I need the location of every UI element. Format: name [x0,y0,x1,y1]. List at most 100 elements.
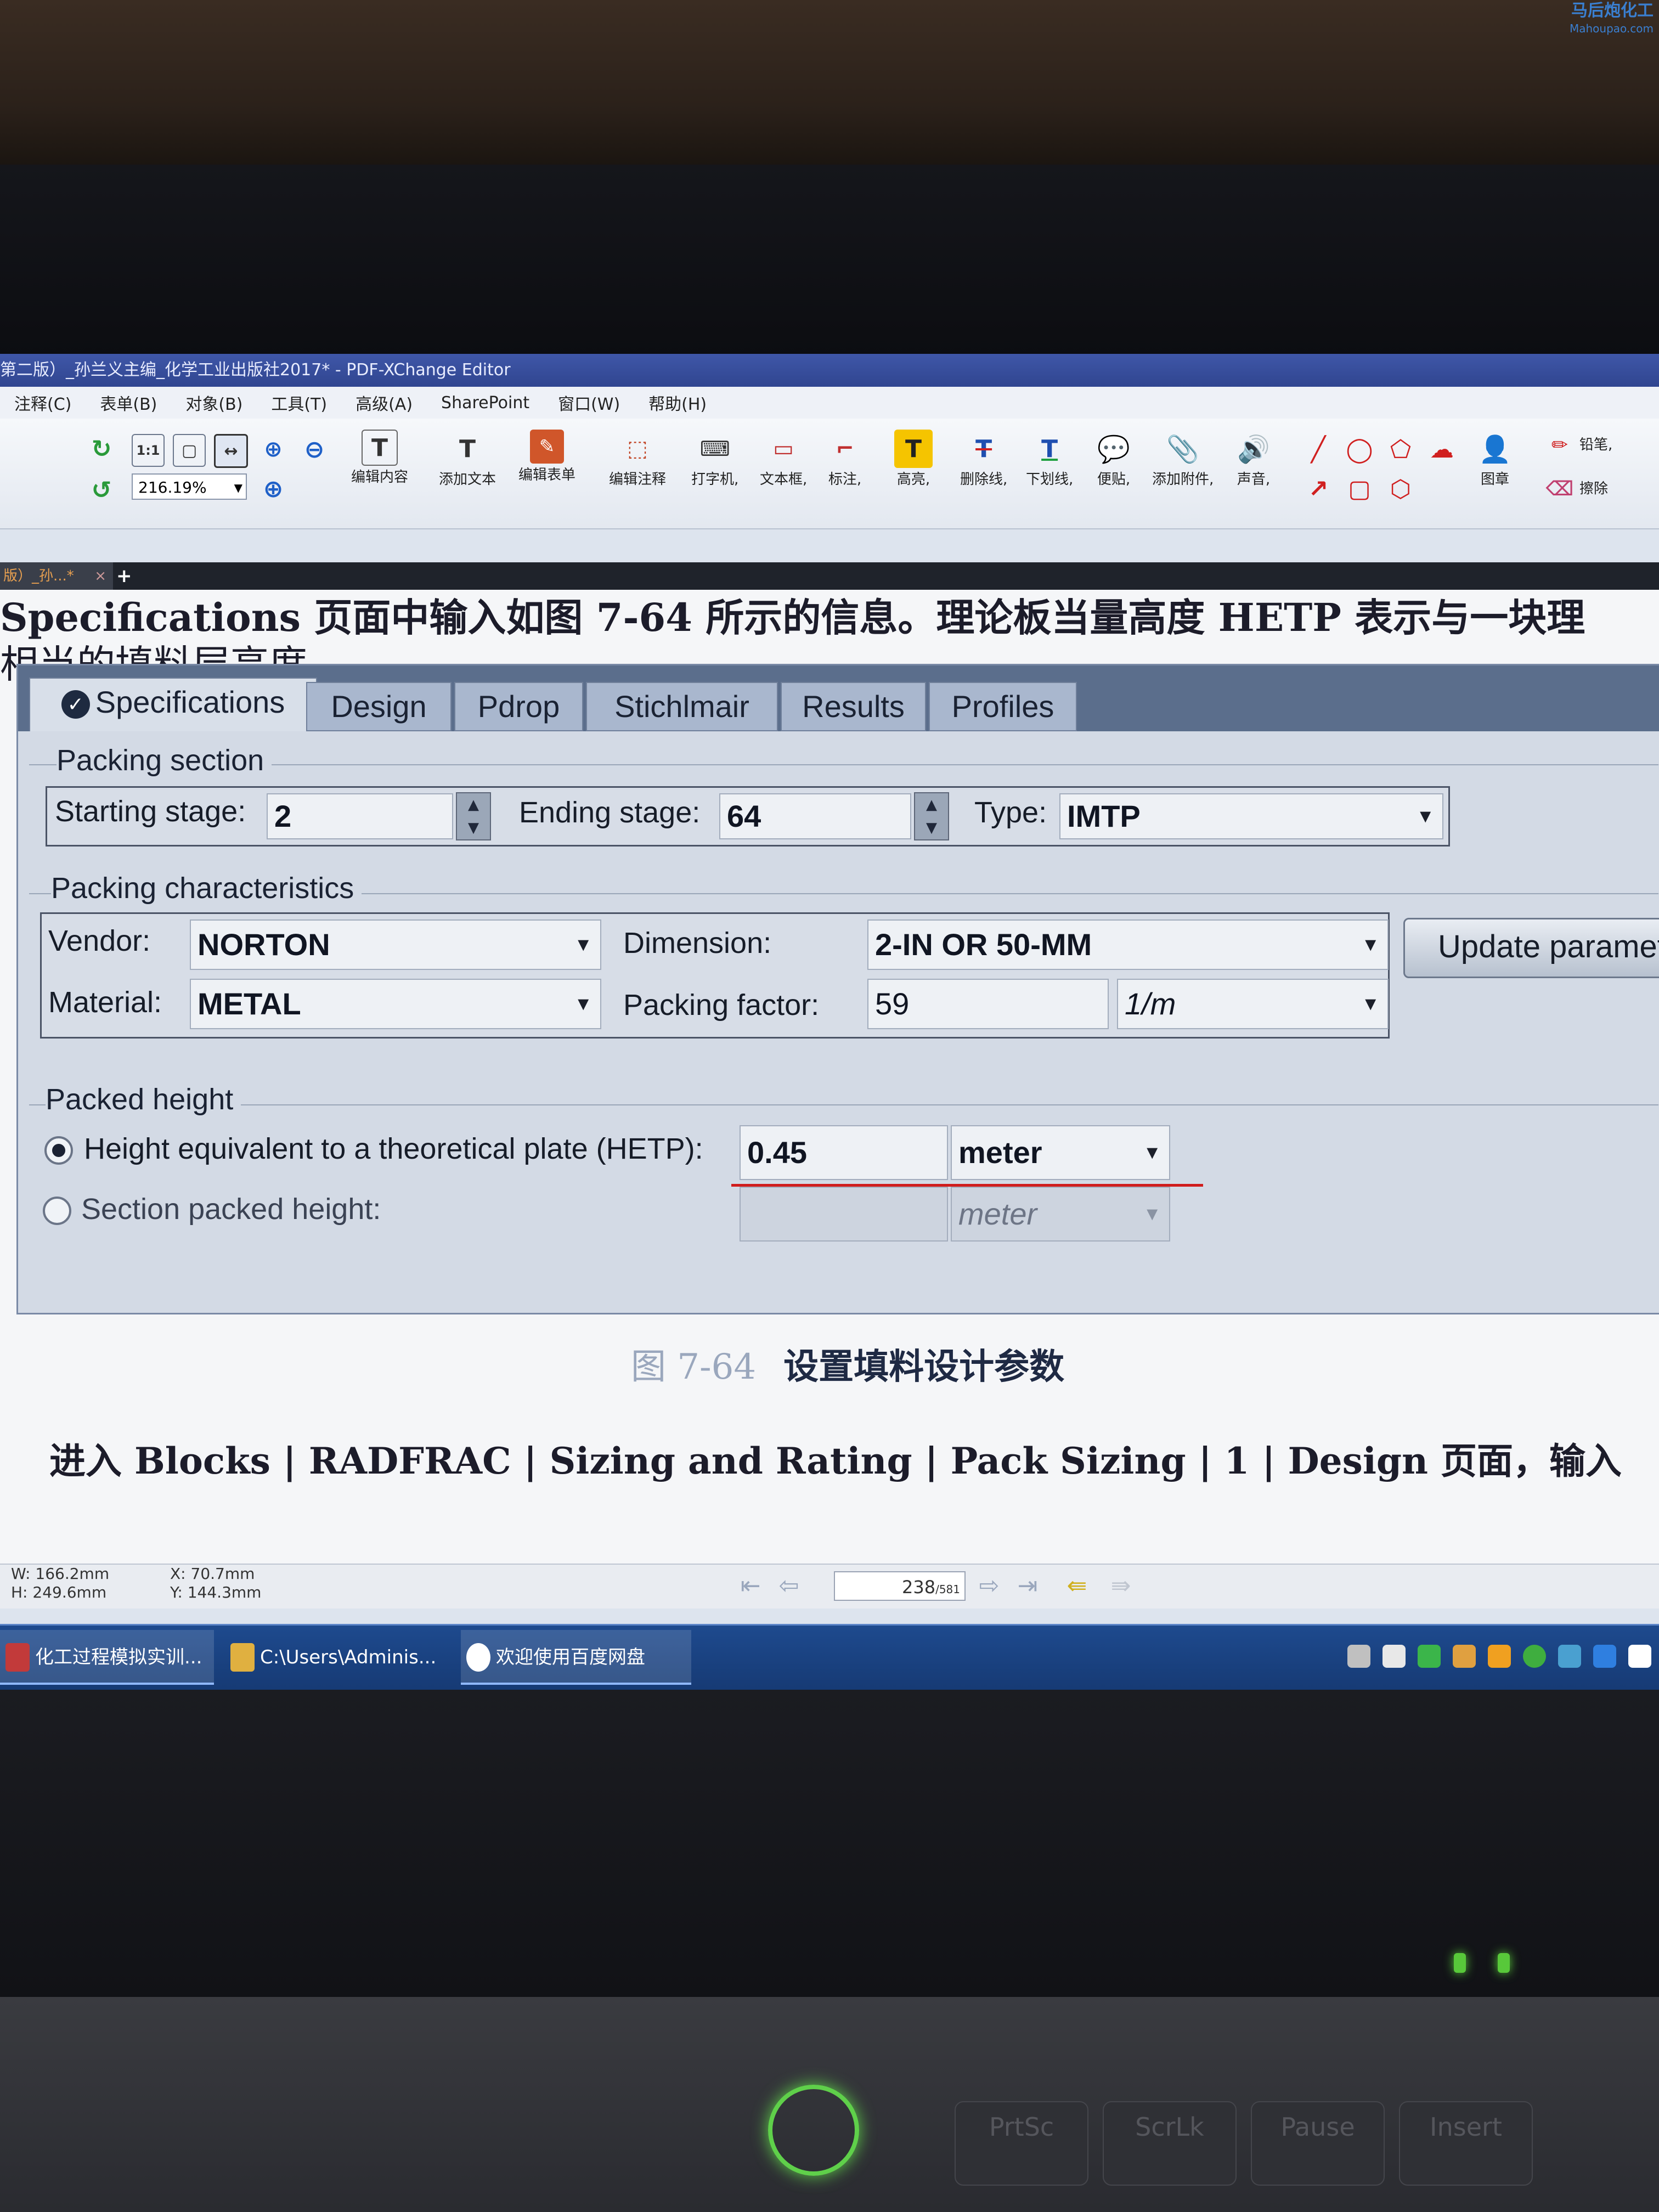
type-select[interactable]: IMTP ▼ [1059,793,1443,839]
tab-design[interactable]: Design [306,682,452,731]
tab-results[interactable]: Results [781,682,926,731]
material-select[interactable]: METAL ▼ [190,979,601,1029]
zoom-out-icon[interactable]: ⊖ [299,434,330,465]
edit-form-icon: ✎ [530,430,564,464]
packing-factor-unit-select[interactable]: 1/m ▼ [1117,979,1389,1029]
dimension-select[interactable]: 2-IN OR 50-MM ▼ [867,919,1389,970]
tray-app-icon[interactable] [1347,1645,1370,1668]
zoom-in-icon[interactable]: ⊕ [258,473,289,504]
rotate-ccw-icon[interactable]: ↺ [82,473,121,506]
oval-tool-icon[interactable]: ◯ [1344,434,1375,465]
menu-item-advanced[interactable]: 高级(A) [341,391,427,415]
menu-item-object[interactable]: 对象(B) [171,391,257,415]
add-text-button[interactable]: T 添加文本 [439,430,496,488]
tray-weather-icon[interactable] [1558,1645,1581,1668]
tab-pdrop[interactable]: Pdrop [454,682,583,731]
zoom-level-select[interactable]: 216.19% ▼ [132,473,247,500]
pencil-button[interactable]: ✏ 铅笔, [1544,430,1612,460]
menu-item-sharepoint[interactable]: SharePoint [427,393,544,413]
page-size-readout: W: 166.2mm H: 249.6mm [11,1565,110,1601]
edit-form-button[interactable]: ✎ 编辑表单 [518,430,575,484]
polygon-tool-icon[interactable]: ⬠ [1385,434,1416,465]
tab-stichlmair[interactable]: Stichlmair [586,682,778,731]
taskbar-item-baidu-netdisk[interactable]: 欢迎使用百度网盘 [461,1630,691,1685]
packing-characteristics-title: Packing characteristics [51,871,362,905]
page-number-field[interactable]: 238/581 [834,1571,966,1601]
callout-button[interactable]: ⌐ 标注, [826,430,864,488]
vendor-select[interactable]: NORTON ▼ [190,919,601,970]
polyline-tool-icon[interactable]: ⬡ [1385,473,1416,504]
ending-stage-field[interactable]: 64 [719,793,911,839]
update-parameters-button[interactable]: Update parameters [1403,918,1659,978]
strikeout-button[interactable]: T 删除线, [960,430,1007,488]
section-unit-select[interactable]: meter ▼ [951,1187,1170,1242]
edit-content-button[interactable]: T 编辑内容 [351,430,408,486]
window-title: 第二版）_孙兰义主编_化学工业出版社2017* - PDF-XChange Ed… [0,360,511,380]
textbox-button[interactable]: ▭ 文本框, [760,430,807,488]
dimension-label: Dimension: [623,927,772,960]
edit-annotation-button[interactable]: ⬚ 编辑注释 [609,430,666,488]
section-packed-height-label: Section packed height: [81,1193,381,1226]
line-tool-icon[interactable]: ╱ [1303,434,1334,465]
fit-width-icon[interactable]: ↔ [214,434,248,468]
arrow-tool-icon[interactable]: ↗ [1303,473,1334,504]
packing-factor-label: Packing factor: [623,989,820,1022]
close-tab-icon[interactable]: × [94,562,106,590]
ending-stage-stepper[interactable]: ▲ ▼ [914,792,949,840]
chevron-down-icon: ▼ [574,934,592,955]
starting-stage-stepper[interactable]: ▲ ▼ [456,792,491,840]
fit-page-icon[interactable]: ▢ [173,434,206,467]
starting-stage-field[interactable]: 2 [267,793,453,839]
sticky-note-button[interactable]: 💬 便贴, [1094,430,1133,488]
tray-folder-icon[interactable] [1453,1645,1476,1668]
paperclip-icon: 📎 [1166,433,1199,465]
packing-factor-field[interactable]: 59 [867,979,1109,1029]
zoom-in-tool-icon[interactable]: ⊕ [258,434,289,465]
bluetooth-icon[interactable] [1593,1645,1616,1668]
section-packed-height-radio[interactable] [43,1197,71,1225]
pencil-icon: ✏ [1551,433,1568,456]
hetp-field[interactable]: 0.45 [740,1125,948,1180]
tab-specifications[interactable]: ✓ Specifications [29,678,317,732]
stamp-button[interactable]: 👤 图章 [1476,430,1514,488]
rotate-cw-icon[interactable]: ↻ [82,430,121,468]
tab-profiles[interactable]: Profiles [929,682,1077,731]
window-title-bar[interactable]: 第二版）_孙兰义主编_化学工业出版社2017* - PDF-XChange Ed… [0,354,1659,387]
previous-page-icon[interactable]: ⇦ [774,1571,804,1601]
taskbar-item-explorer[interactable]: C:\Users\Adminis... [225,1630,450,1685]
wechat-icon[interactable] [1418,1645,1441,1668]
new-tab-icon[interactable]: + [116,562,132,590]
next-page-icon[interactable]: ⇨ [974,1571,1005,1601]
speaker-icon: 🔊 [1237,433,1270,465]
rectangle-tool-icon[interactable]: ▢ [1344,473,1375,504]
power-button-icon [768,2085,859,2176]
highlight-button[interactable]: T 高亮, [894,430,933,488]
hetp-radio[interactable] [44,1136,73,1165]
last-page-icon[interactable]: ⇥ [1012,1571,1043,1601]
underline-button[interactable]: T 下划线, [1026,430,1073,488]
section-packed-height-field[interactable] [740,1187,948,1242]
hetp-unit-select[interactable]: meter ▼ [951,1125,1170,1180]
first-page-icon[interactable]: ⇤ [735,1571,766,1601]
shield-icon[interactable] [1488,1645,1511,1668]
tray-netdisk-icon[interactable] [1383,1645,1406,1668]
back-view-icon[interactable]: ⇚ [1062,1571,1092,1601]
menu-item-window[interactable]: 窗口(W) [544,391,634,415]
menu-item-help[interactable]: 帮助(H) [634,391,721,415]
eraser-button[interactable]: ⌫ 擦除 [1544,473,1608,504]
attach-file-button[interactable]: 📎 添加附件, [1152,430,1214,488]
tray-green-icon[interactable] [1523,1645,1546,1668]
menu-item-annotate[interactable]: 注释(C) [0,391,86,415]
forward-view-icon[interactable]: ⇛ [1105,1571,1136,1601]
typewriter-button[interactable]: ⌨ 打字机, [691,430,738,488]
actual-size-icon[interactable]: 1:1 [132,434,165,467]
menu-item-form[interactable]: 表单(B) [86,391,171,415]
form-body: Packing section Starting stage: 2 ▲ ▼ End… [18,731,1659,1313]
packing-section-title: Packing section [57,743,272,777]
sound-button[interactable]: 🔊 声音, [1234,430,1273,488]
document-tab[interactable]: 版）_孙...* × [0,562,113,590]
cloud-tool-icon[interactable]: ☁ [1426,434,1457,465]
keyboard-layout-icon[interactable] [1628,1645,1651,1668]
taskbar-item-pdf-editor[interactable]: 化工过程模拟实训... [0,1630,214,1685]
menu-item-tools[interactable]: 工具(T) [257,391,341,415]
